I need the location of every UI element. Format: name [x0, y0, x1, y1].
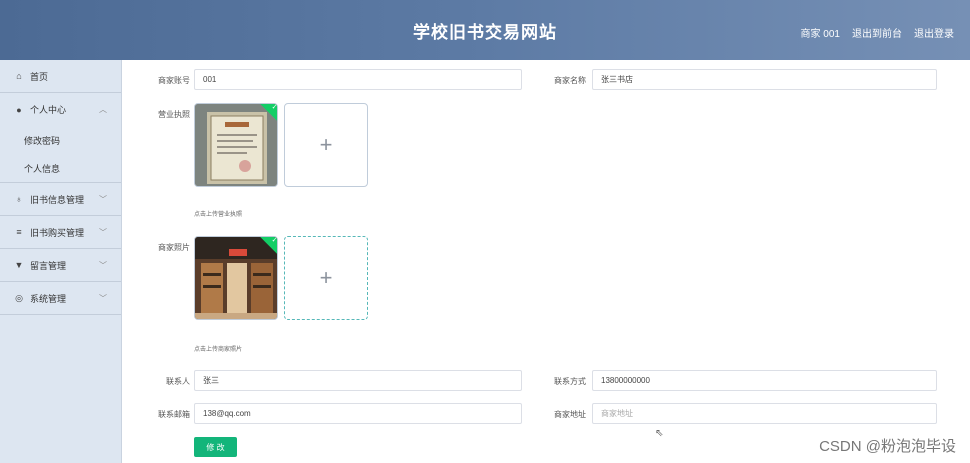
- account-field[interactable]: 001: [194, 69, 522, 90]
- sidebar-item-personal-info[interactable]: 个人信息: [0, 154, 121, 182]
- chevron-down-icon: ﹀: [99, 293, 107, 303]
- sidebar-item-label: 首页: [30, 71, 49, 82]
- check-icon: ✓: [271, 103, 278, 111]
- photo-label: 商家照片: [158, 243, 190, 252]
- phone-label: 联系方式: [554, 377, 586, 386]
- email-field[interactable]: 138@qq.com: [194, 403, 522, 424]
- chevron-down-icon: ﹀: [99, 227, 107, 237]
- settings-icon: ◎: [15, 292, 23, 303]
- address-label: 商家地址: [554, 410, 586, 419]
- logout-link[interactable]: 退出登录: [914, 25, 954, 40]
- merchant-name-label: 商家名称: [554, 76, 586, 85]
- sidebar-item-book-info[interactable]: ♁ 旧书信息管理 ﹀: [0, 183, 121, 216]
- chevron-up-icon: ︿: [99, 105, 107, 114]
- license-image[interactable]: ✓: [194, 103, 278, 187]
- personal-submenu: 修改密码 个人信息: [0, 126, 121, 183]
- user-icon: ●: [16, 104, 22, 115]
- home-icon: ⌂: [16, 71, 22, 81]
- back-to-front-link[interactable]: 退出到前台: [852, 25, 902, 40]
- photo-hint: 点击上传商家照片: [194, 347, 243, 353]
- message-icon: ▼: [14, 260, 24, 270]
- sidebar: ⌂ 首页 ● 个人中心 ︿ 修改密码 个人信息 ♁ 旧书信息管理 ﹀ ≡ 旧书购…: [0, 60, 122, 463]
- sidebar-item-message[interactable]: ▼ 留言管理 ﹀: [0, 249, 121, 282]
- plus-icon: +: [319, 132, 333, 157]
- merchant-name-field[interactable]: 张三书店: [592, 69, 937, 90]
- submit-button[interactable]: 修 改: [194, 437, 237, 457]
- current-user: 商家 001: [800, 29, 840, 40]
- sidebar-item-label: 系统管理: [30, 293, 67, 304]
- address-field[interactable]: 商家地址: [592, 403, 937, 424]
- license-photo: [195, 104, 277, 186]
- contact-field[interactable]: 张三: [194, 370, 522, 391]
- merchant-photo-image[interactable]: ✓: [194, 236, 278, 320]
- photo-upload-button[interactable]: +: [284, 236, 368, 320]
- plus-icon: +: [319, 265, 333, 290]
- merchant-photo: [195, 237, 277, 319]
- sidebar-item-personal[interactable]: ● 个人中心 ︿: [0, 93, 121, 126]
- header-actions: 商家 001 退出到前台 退出登录: [801, 25, 954, 40]
- header: 学校旧书交易网站 商家 001 退出到前台 退出登录: [0, 0, 970, 60]
- sidebar-item-label: 留言管理: [30, 260, 67, 271]
- phone-field[interactable]: 13800000000: [592, 370, 937, 391]
- chevron-down-icon: ﹀: [99, 194, 107, 204]
- mic-icon: ♁: [15, 194, 23, 204]
- sidebar-item-change-password[interactable]: 修改密码: [0, 126, 121, 154]
- mouse-cursor-icon: ⇖: [655, 428, 664, 439]
- license-label: 营业执照: [158, 110, 190, 119]
- main-content: 商家账号 001 商家名称 张三书店 营业执照 ✓ + 点击上传营业执照 商家照…: [122, 60, 970, 463]
- contact-label: 联系人: [166, 377, 190, 386]
- chevron-down-icon: ﹀: [99, 260, 107, 270]
- sidebar-item-label: 个人中心: [30, 105, 67, 115]
- sidebar-item-book-purchase[interactable]: ≡ 旧书购买管理 ﹀: [0, 216, 121, 249]
- list-icon: ≡: [16, 227, 22, 237]
- account-label: 商家账号: [158, 76, 190, 85]
- email-label: 联系邮箱: [158, 410, 190, 419]
- sidebar-item-system[interactable]: ◎ 系统管理 ﹀: [0, 282, 121, 315]
- license-hint: 点击上传营业执照: [194, 212, 243, 218]
- license-upload-button[interactable]: +: [284, 103, 368, 187]
- sidebar-item-label: 旧书购买管理: [30, 227, 85, 238]
- sidebar-item-label: 旧书信息管理: [30, 194, 85, 205]
- watermark: CSDN @粉泡泡毕设: [819, 438, 956, 455]
- sidebar-item-home[interactable]: ⌂ 首页: [0, 60, 121, 93]
- check-icon: ✓: [271, 236, 278, 244]
